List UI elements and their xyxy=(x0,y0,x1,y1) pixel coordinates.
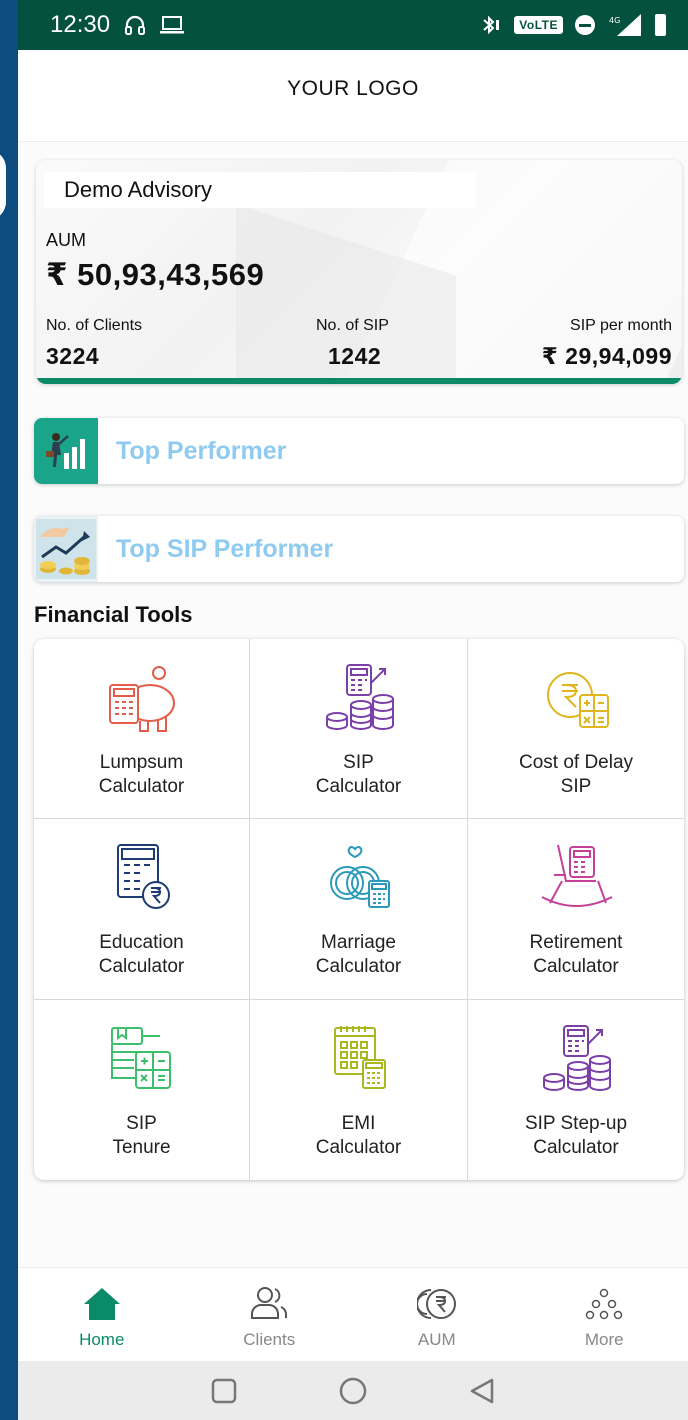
summary-card: Demo Advisory AUM ₹ 50,93,43,569 No. of … xyxy=(36,160,682,384)
laptop-icon xyxy=(160,16,185,34)
background-shape xyxy=(0,150,6,220)
rocking-chair-icon xyxy=(541,844,613,907)
top-performer-card[interactable]: Top Performer xyxy=(34,418,684,484)
nav-aum[interactable]: AUM xyxy=(353,1268,521,1361)
piggy-bank-calculator-icon xyxy=(108,666,175,732)
tool-label: Cost of Delay SIP xyxy=(518,752,634,797)
nav-label: Clients xyxy=(243,1330,296,1349)
tool-label: Marriage Calculator xyxy=(315,932,402,977)
nav-more[interactable]: More xyxy=(521,1268,688,1361)
financial-tools-grid: Lumpsum Calculator SIP Calculator Cost o… xyxy=(34,639,684,1180)
users-icon xyxy=(251,1287,288,1319)
tenure-calculator-icon xyxy=(110,1027,171,1089)
clients-label: No. of Clients xyxy=(46,317,143,334)
do-not-disturb-icon xyxy=(575,15,595,35)
education-calculator-tile[interactable]: Education Calculator xyxy=(34,819,250,1000)
performer-icon xyxy=(34,418,98,484)
logo: YOUR LOGO xyxy=(287,76,419,100)
signal-icon: 4G xyxy=(609,14,641,36)
sip-performer-icon xyxy=(34,516,98,582)
org-name: Demo Advisory xyxy=(44,172,476,208)
sip-step-up-calculator-tile[interactable]: SIP Step-up Calculator xyxy=(468,1000,684,1180)
more-dots-icon xyxy=(586,1288,623,1320)
headset-icon xyxy=(125,15,146,35)
background-strip xyxy=(0,0,18,1420)
clients-value: 3224 xyxy=(46,343,100,369)
calendar-calculator-icon xyxy=(333,1026,386,1089)
education-calculator-icon xyxy=(116,844,170,909)
top-sip-performer-label: Top SIP Performer xyxy=(116,534,334,563)
app-header: YOUR LOGO xyxy=(18,50,688,142)
emi-calculator-tile[interactable]: EMI Calculator xyxy=(250,1000,468,1180)
nav-clients[interactable]: Clients xyxy=(186,1268,354,1361)
status-right: VoLTE 4G xyxy=(480,14,666,36)
battery-icon xyxy=(655,14,666,36)
app-screen: 12:30 VoLTE 4G YOUR LOGO Demo Advisory A… xyxy=(18,0,688,1420)
nav-label: Home xyxy=(79,1330,125,1349)
bottom-navigation: Home Clients AUM More xyxy=(18,1267,688,1361)
cost-of-delay-sip-tile[interactable]: Cost of Delay SIP xyxy=(468,639,684,819)
system-navigation-bar xyxy=(18,1361,688,1420)
sip-month-value: ₹ 29,94,099 xyxy=(541,343,672,369)
signal-type: 4G xyxy=(609,16,620,25)
aum-value: ₹ 50,93,43,569 xyxy=(46,257,265,292)
top-performer-label: Top Performer xyxy=(116,436,287,465)
tool-label: Education Calculator xyxy=(98,932,185,977)
coins-calculator-icon xyxy=(325,664,394,730)
financial-tools-title: Financial Tools xyxy=(34,602,193,627)
recents-icon[interactable] xyxy=(210,1377,238,1405)
retirement-calculator-tile[interactable]: Retirement Calculator xyxy=(468,819,684,1000)
tool-label: SIP Calculator xyxy=(315,752,402,797)
nav-label: More xyxy=(584,1330,624,1349)
step-up-coins-icon xyxy=(543,1025,611,1091)
back-icon[interactable] xyxy=(468,1377,496,1405)
nav-label: AUM xyxy=(417,1330,456,1349)
rupee-coin-icon xyxy=(416,1289,456,1319)
volte-badge: VoLTE xyxy=(514,16,563,34)
lumpsum-calculator-tile[interactable]: Lumpsum Calculator xyxy=(34,639,250,819)
marriage-calculator-tile[interactable]: Marriage Calculator xyxy=(250,819,468,1000)
rupee-calculator-icon xyxy=(547,672,609,728)
aum-label: AUM xyxy=(46,230,86,250)
sip-tenure-tile[interactable]: SIP Tenure xyxy=(34,1000,250,1180)
status-left: 12:30 xyxy=(50,11,185,39)
tool-label: EMI Calculator xyxy=(315,1113,402,1158)
top-sip-performer-card[interactable]: Top SIP Performer xyxy=(34,516,684,582)
home-icon xyxy=(83,1288,120,1320)
bluetooth-icon xyxy=(483,15,500,35)
status-bar: 12:30 VoLTE 4G xyxy=(18,0,688,50)
sip-count-label: No. of SIP xyxy=(316,317,389,334)
status-time: 12:30 xyxy=(50,11,111,38)
tool-label: SIP Step-up Calculator xyxy=(524,1113,628,1158)
tool-label: Lumpsum Calculator xyxy=(98,752,185,797)
sip-count-value: 1242 xyxy=(328,343,382,369)
nav-home[interactable]: Home xyxy=(18,1268,186,1361)
sip-month-label: SIP per month xyxy=(570,317,672,334)
sip-calculator-tile[interactable]: SIP Calculator xyxy=(250,639,468,819)
tool-label: Retirement Calculator xyxy=(529,932,623,977)
tool-label: SIP Tenure xyxy=(112,1113,171,1158)
home-button-icon[interactable] xyxy=(338,1376,368,1406)
rings-icon xyxy=(329,846,390,908)
